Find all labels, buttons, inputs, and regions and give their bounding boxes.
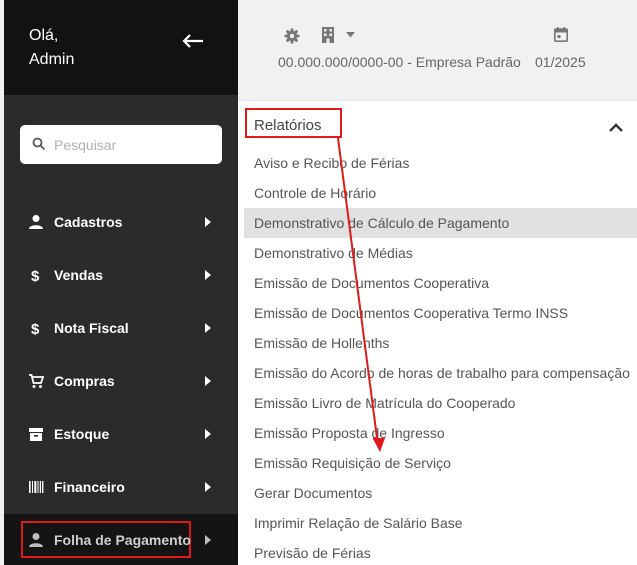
chevron-right-icon: [205, 323, 211, 333]
chevron-right-icon: [205, 376, 211, 386]
user-icon: [29, 215, 43, 229]
dollar-icon: $: [31, 321, 40, 336]
report-item[interactable]: Emissão do Acordo de horas de trabalho p…: [244, 358, 637, 388]
chevron-right-icon: [205, 535, 211, 545]
caret-down-icon[interactable]: [346, 32, 355, 38]
calendar-icon[interactable]: [554, 27, 568, 42]
report-item[interactable]: Emissão de Documentos Cooperativa: [244, 268, 637, 298]
sidebar-item-label: Cadastros: [54, 214, 123, 230]
sidebar-item-label: Vendas: [54, 267, 104, 283]
sidebar-header: Olá, Admin: [4, 0, 238, 95]
report-item[interactable]: Demonstrativo de Médias: [244, 238, 637, 268]
sidebar-item-label: Nota Fiscal: [54, 320, 129, 336]
sidebar-item-label: Financeiro: [54, 479, 125, 495]
report-item[interactable]: Emissão de Documentos Cooperativa Termo …: [244, 298, 637, 328]
sidebar-item-cadastros[interactable]: Cadastros: [4, 200, 238, 244]
user-icon: [29, 533, 43, 547]
chevron-right-icon: [205, 270, 211, 280]
report-item[interactable]: Emissão Livro de Matrícula do Cooperado: [244, 388, 637, 418]
building-icon[interactable]: [322, 27, 334, 43]
cart-icon: [29, 374, 44, 388]
report-item[interactable]: Gerar Documentos: [244, 478, 637, 508]
sidebar-item-label: Folha de Pagamento: [54, 532, 191, 548]
sidebar-item-estoque[interactable]: Estoque: [4, 412, 238, 456]
panel-title[interactable]: Relatórios: [254, 117, 322, 134]
sidebar-item-vendas[interactable]: $ Vendas: [4, 253, 238, 297]
period-label[interactable]: 01/2025: [535, 54, 586, 70]
svg-text:$: $: [31, 268, 40, 283]
sidebar: Olá, Admin Cadastros $ Ven: [4, 0, 238, 565]
barcode-icon: [29, 481, 44, 493]
report-item[interactable]: Imprimir Relação de Salário Base: [244, 508, 637, 538]
report-item[interactable]: Emissão Proposta de Ingresso: [244, 418, 637, 448]
greeting: Olá, Admin: [29, 24, 74, 72]
report-item[interactable]: Previsão de Férias: [244, 538, 637, 565]
report-item[interactable]: Emissão Requisição de Serviço: [244, 448, 637, 478]
sidebar-item-compras[interactable]: Compras: [4, 359, 238, 403]
sidebar-item-label: Compras: [54, 373, 115, 389]
report-item[interactable]: Aviso e Recibo de Férias: [244, 148, 637, 178]
report-item[interactable]: Emissão de Hollenths: [244, 328, 637, 358]
sidebar-item-nota-fiscal[interactable]: $ Nota Fiscal: [4, 306, 238, 350]
sidebar-item-folha-de-pagamento[interactable]: Folha de Pagamento: [4, 514, 238, 565]
report-item[interactable]: Controle de Horário: [244, 178, 637, 208]
company-label[interactable]: 00.000.000/0000-00 - Empresa Padrão: [278, 54, 521, 70]
greeting-line1: Olá,: [29, 27, 59, 44]
search-input[interactable]: [54, 125, 214, 164]
archive-icon: [29, 428, 43, 441]
chevron-right-icon: [205, 429, 211, 439]
chevron-right-icon: [205, 217, 211, 227]
chevron-up-icon[interactable]: [609, 123, 623, 132]
gear-icon[interactable]: [284, 28, 300, 44]
sidebar-item-financeiro[interactable]: Financeiro: [4, 465, 238, 509]
greeting-user: Admin: [29, 51, 75, 68]
dollar-icon: $: [31, 268, 40, 283]
top-header: 00.000.000/0000-00 - Empresa Padrão 01/2…: [238, 0, 637, 95]
report-list: Aviso e Recibo de Férias Controle de Horá…: [244, 148, 637, 565]
svg-text:$: $: [31, 321, 40, 336]
app-root: Olá, Admin Cadastros $ Ven: [0, 0, 637, 565]
reports-panel: Relatórios Aviso e Recibo de Férias Contr…: [238, 101, 637, 565]
sidebar-item-label: Estoque: [54, 426, 110, 442]
chevron-right-icon: [205, 482, 211, 492]
search-icon: [32, 137, 46, 151]
search-box[interactable]: [20, 125, 222, 164]
arrow-left-icon[interactable]: [182, 34, 204, 48]
report-item[interactable]: Demonstrativo de Cálculo de Pagamento: [244, 208, 637, 238]
